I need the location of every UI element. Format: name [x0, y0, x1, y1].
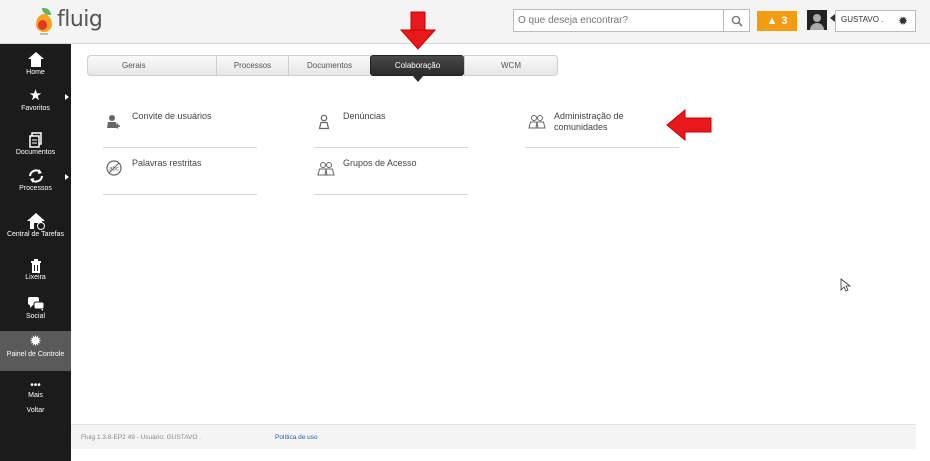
alerts-button[interactable]: ▲ 3	[757, 11, 797, 31]
tile-convite-de-usuarios[interactable]: Convite de usuários	[103, 111, 257, 148]
divider	[314, 147, 468, 148]
sidebar-label-painel-de-controle: Painel de Controle	[6, 351, 65, 358]
tile-label: Denúncias	[343, 111, 386, 121]
sidebar-label-central-de-tarefas: Central de Tarefas	[6, 231, 65, 238]
sidebar-label-mais: Mais	[28, 392, 43, 399]
sidebar-item-documentos[interactable]: Documentos	[0, 132, 71, 162]
search-icon	[731, 15, 743, 27]
task-center-icon	[26, 213, 45, 230]
logo-text: fluig	[57, 7, 103, 32]
divider	[314, 194, 468, 195]
tile-administracao-de-comunidades[interactable]: Administração de comunidades	[525, 111, 679, 148]
settings-gear-icon[interactable]: ✹	[898, 14, 908, 28]
documents-icon	[28, 132, 42, 148]
user-outline-icon	[318, 114, 330, 130]
sidebar-item-processos[interactable]: Processos	[0, 168, 71, 198]
sidebar-label-lixeira: Lixeira	[25, 274, 46, 281]
tab-wcm-label: WCM	[501, 61, 521, 70]
footer: Fluig 1.3.8-EP2 49 - Usuário: GUSTAVO . …	[71, 424, 916, 449]
tab-gerais[interactable]: Gerais	[122, 61, 146, 70]
mouse-cursor-icon	[840, 278, 851, 292]
expand-arrow-icon	[65, 174, 69, 180]
tile-grupos-de-acesso[interactable]: Grupos de Acesso	[314, 158, 468, 195]
add-user-icon	[107, 115, 120, 129]
search-box	[513, 9, 750, 32]
divider	[103, 147, 257, 148]
tile-label: Palavras restritas	[132, 158, 202, 168]
expand-arrow-icon	[65, 94, 69, 100]
category-tabs: Gerais Processos Documentos Colaboração …	[87, 55, 558, 82]
trash-icon	[30, 259, 41, 273]
privacy-policy-link[interactable]: Política de uso	[275, 434, 318, 441]
sidebar-label-home: Home	[26, 69, 45, 76]
sidebar-label-social: Social	[25, 313, 46, 320]
top-header: fluig ▲ 3 GUSTAVO . ✹	[0, 0, 930, 44]
gear-icon: ✹	[29, 333, 42, 350]
tile-label-line2: comunidades	[554, 122, 608, 132]
restricted-words-icon: abc	[106, 160, 122, 176]
tab-documentos[interactable]: Documentos	[288, 55, 370, 76]
tile-label-line1: Administração de	[554, 111, 624, 121]
tab-documentos-label: Documentos	[307, 61, 352, 70]
tile-label: Convite de usuários	[132, 111, 212, 121]
annotation-arrow-down-icon	[400, 11, 436, 50]
sidebar-item-lixeira[interactable]: Lixeira	[0, 259, 71, 289]
tab-processos[interactable]: Processos	[216, 56, 288, 75]
fluig-logo-icon	[34, 8, 54, 32]
sidebar-item-painel-de-controle[interactable]: ✹ Painel de Controle	[0, 331, 71, 371]
sidebar-label-processos: Processos	[19, 185, 52, 192]
community-icon	[528, 115, 546, 129]
sidebar-item-home[interactable]: Home	[0, 52, 71, 82]
sidebar-label-voltar: Voltar	[26, 407, 45, 414]
sidebar-item-central-de-tarefas[interactable]: Central de Tarefas	[0, 212, 71, 252]
tile-denuncias[interactable]: Denúncias	[314, 111, 468, 148]
footer-version: Fluig 1.3.8-EP2 49 - Usuário: GUSTAVO .	[81, 434, 202, 441]
social-icon	[27, 297, 44, 311]
tab-wcm[interactable]: WCM	[464, 55, 558, 76]
left-sidebar: Home ★ Favoritos Documentos Processos Ce…	[0, 44, 71, 461]
divider	[525, 147, 679, 148]
user-menu[interactable]: GUSTAVO . ✹	[835, 10, 916, 32]
tile-label: Grupos de Acesso	[343, 158, 417, 168]
fluig-logo[interactable]: fluig	[34, 7, 103, 32]
group-icon	[317, 162, 335, 176]
user-avatar[interactable]	[807, 10, 827, 30]
tile-palavras-restritas[interactable]: abc Palavras restritas	[103, 158, 257, 195]
tab-gerais-processos: Gerais Processos	[87, 55, 288, 76]
home-icon	[27, 52, 44, 68]
user-name: GUSTAVO .	[841, 15, 884, 24]
sidebar-label-favoritos: Favoritos	[21, 105, 50, 112]
logo-tagline	[40, 33, 48, 35]
annotation-arrow-left-icon	[666, 109, 712, 141]
divider	[103, 194, 257, 195]
star-icon: ★	[28, 87, 43, 104]
alert-count: 3	[781, 15, 788, 27]
warning-icon: ▲	[766, 15, 778, 27]
search-input[interactable]	[514, 10, 724, 31]
processes-icon	[28, 169, 43, 183]
sidebar-item-favoritos[interactable]: ★ Favoritos	[0, 88, 71, 118]
tile-label: Administração de comunidades	[554, 111, 624, 133]
sidebar-item-social[interactable]: Social	[0, 296, 71, 326]
more-icon: •••	[30, 380, 41, 391]
tab-colaboracao-label: Colaboração	[394, 61, 441, 70]
sidebar-item-mais[interactable]: ••• Mais	[0, 381, 71, 403]
search-button[interactable]	[723, 10, 749, 31]
sidebar-item-voltar[interactable]: Voltar	[0, 406, 71, 418]
sidebar-label-documentos: Documentos	[15, 149, 56, 156]
tab-colaboracao[interactable]: Colaboração	[370, 55, 464, 82]
